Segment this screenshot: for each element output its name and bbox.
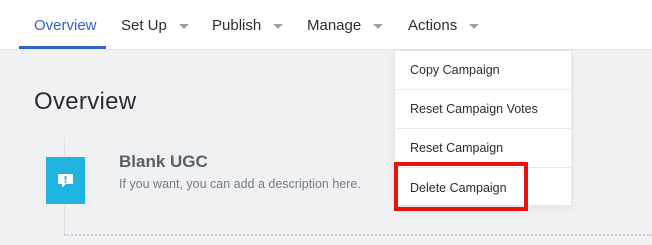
menu-item-reset-campaign[interactable]: Reset Campaign xyxy=(395,129,571,168)
dotted-divider xyxy=(64,234,652,236)
chevron-down-icon xyxy=(178,23,189,29)
top-navigation: Overview Set Up Publish Manage Actions xyxy=(0,0,652,50)
page-title: Overview xyxy=(34,88,137,115)
chevron-down-icon xyxy=(373,23,384,29)
nav-manage[interactable]: Manage xyxy=(307,0,384,50)
actions-dropdown-menu: Copy Campaign Reset Campaign Votes Reset… xyxy=(394,50,572,206)
campaign-title[interactable]: Blank UGC xyxy=(119,152,208,172)
nav-actions-label: Actions xyxy=(408,16,458,34)
chevron-down-icon xyxy=(273,23,284,29)
menu-item-delete-campaign[interactable]: Delete Campaign xyxy=(395,168,571,207)
nav-actions[interactable]: Actions xyxy=(408,0,480,50)
menu-item-label: Reset Campaign Votes xyxy=(410,102,538,116)
menu-item-label: Delete Campaign xyxy=(410,180,507,195)
campaign-icon[interactable] xyxy=(46,157,85,204)
menu-item-reset-campaign-votes[interactable]: Reset Campaign Votes xyxy=(395,90,571,129)
chat-bubble-exclamation-icon xyxy=(58,173,73,187)
campaign-description[interactable]: If you want, you can add a description h… xyxy=(119,177,361,191)
menu-item-copy-campaign[interactable]: Copy Campaign xyxy=(395,51,571,90)
chevron-down-icon xyxy=(469,23,480,29)
menu-item-label: Reset Campaign xyxy=(410,141,504,155)
nav-publish[interactable]: Publish xyxy=(212,0,284,50)
nav-set-up-label: Set Up xyxy=(121,16,167,34)
nav-overview[interactable]: Overview xyxy=(34,0,97,50)
nav-set-up[interactable]: Set Up xyxy=(121,0,189,50)
nav-publish-label: Publish xyxy=(212,16,262,34)
nav-overview-label: Overview xyxy=(34,16,97,34)
nav-manage-label: Manage xyxy=(307,16,362,34)
menu-item-label: Copy Campaign xyxy=(410,63,500,77)
